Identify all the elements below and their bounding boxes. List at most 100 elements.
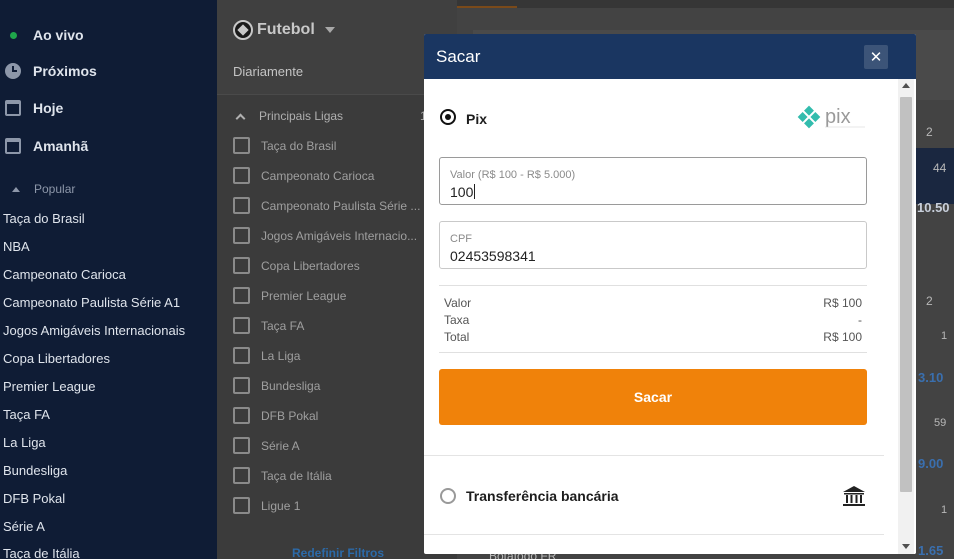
filter-panel: Futebol Diariamente Principais Ligas 1 T… — [217, 0, 457, 559]
league-filter-label: Premier League — [261, 288, 347, 303]
league-filter-label: La Liga — [261, 348, 301, 363]
nav-tomorrow[interactable]: Amanhã — [4, 134, 88, 158]
checkbox[interactable] — [233, 167, 250, 184]
league-filter-item[interactable]: Bundesliga — [233, 377, 320, 394]
sidebar-league[interactable]: Bundesliga — [3, 463, 67, 478]
checkbox[interactable] — [233, 197, 250, 214]
sidebar-league[interactable]: Taça do Brasil — [3, 211, 85, 226]
live-dot-icon — [4, 26, 22, 44]
content-topbar — [457, 0, 954, 8]
checkbox[interactable] — [233, 287, 250, 304]
withdraw-submit-button[interactable]: Sacar — [439, 369, 867, 425]
league-filter-label: Campeonato Paulista Série ... — [261, 198, 421, 213]
league-filter-item[interactable]: Taça de Itália — [233, 467, 332, 484]
caret-up-icon — [12, 186, 20, 192]
soccer-ball-icon — [233, 20, 253, 40]
checkbox[interactable] — [233, 437, 250, 454]
sport-select[interactable]: Futebol — [233, 20, 335, 40]
sidebar-league[interactable]: Série A — [3, 519, 45, 534]
pix-logo: pix — [797, 105, 865, 129]
odd-value[interactable]: 3.10 — [918, 370, 943, 385]
cpf-field-label: CPF — [450, 233, 472, 245]
modal-body: Pix pix Valor (R$ 100 - R$ 5.000) 100 CP… — [424, 79, 884, 554]
reset-filters-link[interactable]: Redefinir Filtros — [292, 546, 384, 559]
checkbox[interactable] — [233, 257, 250, 274]
modal-scrollbar[interactable] — [884, 79, 916, 554]
close-icon: ✕ — [869, 49, 883, 66]
bank-icon — [843, 486, 865, 506]
league-filter-item[interactable]: Taça do Brasil — [233, 137, 336, 154]
checkbox[interactable] — [233, 137, 250, 154]
scroll-down-icon[interactable] — [902, 544, 910, 549]
league-filter-item[interactable]: Campeonato Carioca — [233, 167, 374, 184]
popular-toggle[interactable]: Popular — [12, 182, 75, 196]
calendar-icon — [4, 99, 22, 117]
sidebar-league[interactable]: Premier League — [3, 379, 96, 394]
modal-title: Sacar — [436, 46, 481, 66]
column-header: 2 — [926, 294, 933, 308]
leagues-group-toggle[interactable]: Principais Ligas — [235, 109, 343, 123]
checkbox[interactable] — [233, 377, 250, 394]
sidebar-league[interactable]: Campeonato Paulista Série A1 — [3, 295, 180, 310]
summary-row-fee: Taxa - — [444, 313, 862, 327]
checkbox[interactable] — [233, 317, 250, 334]
sidebar-league[interactable]: La Liga — [3, 435, 46, 450]
summary-row-total: Total R$ 100 — [444, 330, 862, 344]
odd-value[interactable]: 1.65 — [918, 543, 943, 558]
sidebar-league[interactable]: Copa Libertadores — [3, 351, 110, 366]
league-filter-item[interactable]: Campeonato Paulista Série ... — [233, 197, 420, 214]
summary-divider — [439, 352, 867, 353]
active-tab-indicator — [457, 6, 517, 8]
league-filter-label: Taça do Brasil — [261, 138, 337, 153]
popular-label: Popular — [34, 182, 76, 196]
league-filter-item[interactable]: DFB Pokal — [233, 407, 318, 424]
nav-tomorrow-label: Amanhã — [33, 138, 89, 154]
pix-radio[interactable] — [440, 109, 456, 125]
nav-today[interactable]: Hoje — [4, 96, 63, 120]
league-filter-item[interactable]: Série A — [233, 437, 300, 454]
sidebar-league[interactable]: Taça de Itália — [3, 546, 80, 559]
league-filter-item[interactable]: Taça FA — [233, 317, 304, 334]
sidebar-league[interactable]: DFB Pokal — [3, 491, 65, 506]
league-filter-item[interactable]: Copa Libertadores — [233, 257, 360, 274]
market-count: 1 — [941, 504, 948, 516]
sidebar-league[interactable]: Campeonato Carioca — [3, 267, 126, 282]
sport-select-label: Futebol — [257, 21, 315, 38]
checkbox[interactable] — [233, 347, 250, 364]
sidebar-league[interactable]: Jogos Amigáveis Internacionais — [3, 323, 185, 338]
filter-header: Futebol Diariamente — [217, 0, 457, 95]
scrollbar-thumb[interactable] — [900, 97, 912, 492]
league-filter-label: Copa Libertadores — [261, 258, 360, 273]
odd-value[interactable]: 44 — [933, 161, 946, 175]
amount-field-label: Valor (R$ 100 - R$ 5.000) — [450, 169, 576, 181]
sidebar-league[interactable]: NBA — [3, 239, 30, 254]
close-button[interactable]: ✕ — [864, 45, 888, 69]
sidebar-league[interactable]: Taça FA — [3, 407, 50, 422]
checkbox[interactable] — [233, 407, 250, 424]
amount-field[interactable]: Valor (R$ 100 - R$ 5.000) 100 — [439, 157, 867, 205]
checkbox[interactable] — [233, 467, 250, 484]
odd-value[interactable]: 9.00 — [918, 456, 943, 471]
league-filter-item[interactable]: Jogos Amigáveis Internacio... — [233, 227, 417, 244]
pix-logo-text: pix — [825, 106, 851, 128]
nav-live[interactable]: Ao vivo — [4, 23, 84, 47]
nav-upcoming[interactable]: Próximos — [4, 59, 97, 83]
league-filter-label: Campeonato Carioca — [261, 168, 375, 183]
bank-transfer-radio[interactable] — [440, 488, 456, 504]
league-filter-item[interactable]: Ligue 1 — [233, 497, 300, 514]
withdraw-modal: Sacar ✕ Pix pix Valor (R$ 100 - R$ 5.000… — [424, 34, 916, 554]
cpf-field[interactable]: CPF 02453598341 — [439, 221, 867, 269]
scroll-up-icon[interactable] — [902, 83, 910, 88]
checkbox[interactable] — [233, 497, 250, 514]
summary-row-value: Valor R$ 100 — [444, 296, 862, 310]
period-select[interactable]: Diariamente — [233, 64, 303, 79]
league-filter-item[interactable]: La Liga — [233, 347, 300, 364]
league-filter-label: Taça de Itália — [261, 468, 332, 483]
chevron-down-icon — [324, 27, 335, 33]
league-filter-item[interactable]: Premier League — [233, 287, 346, 304]
modal-header: Sacar ✕ — [424, 34, 916, 79]
league-filter-label: DFB Pokal — [261, 408, 319, 423]
checkbox[interactable] — [233, 227, 250, 244]
odd-value[interactable]: 10.50 — [917, 200, 950, 215]
section-divider — [424, 455, 884, 456]
